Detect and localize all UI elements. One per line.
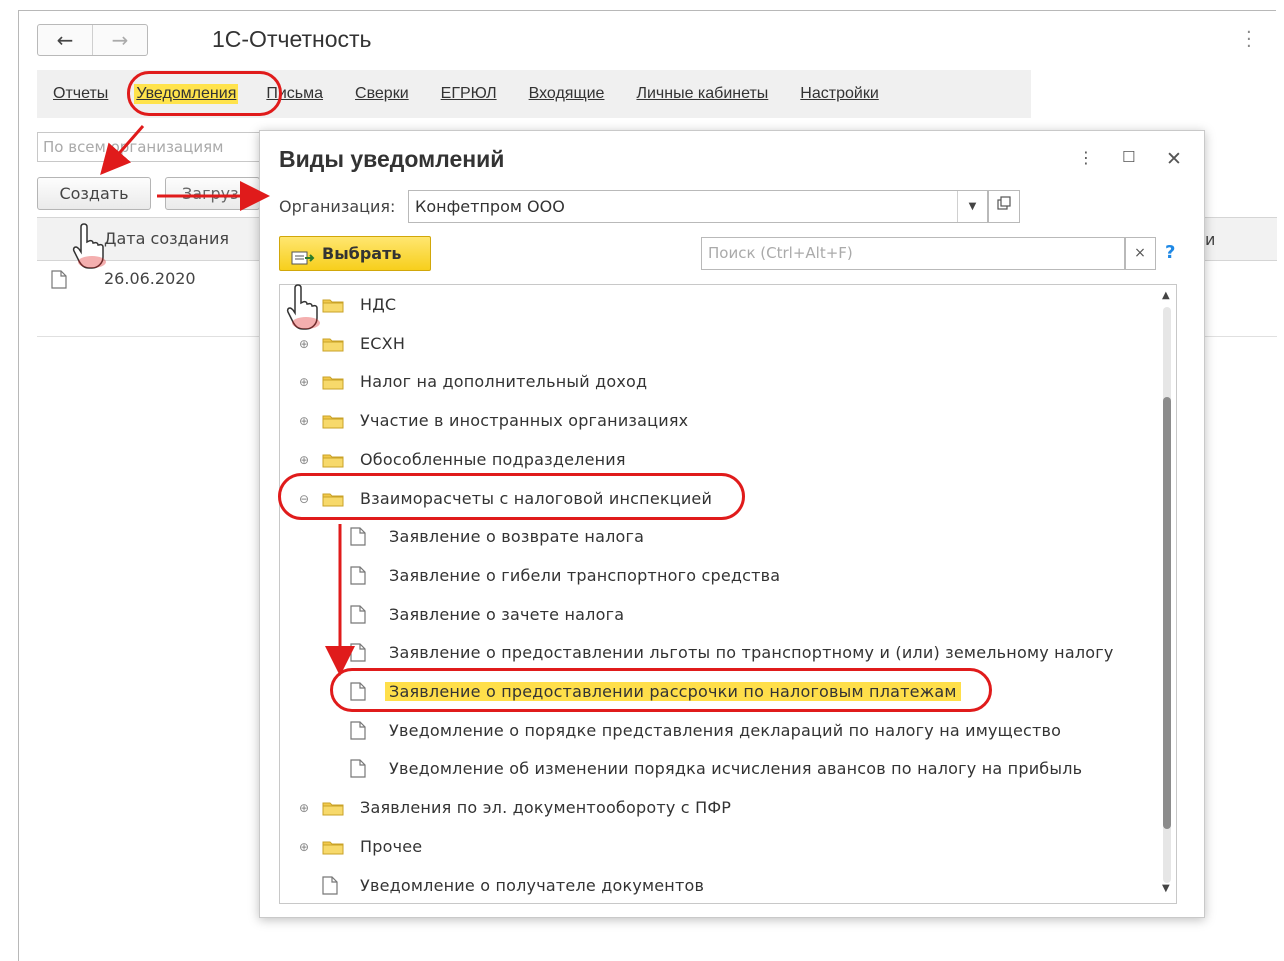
- tab-incoming[interactable]: Входящие: [529, 85, 605, 103]
- folder-icon: [322, 839, 344, 855]
- column-date-created[interactable]: Дата создания: [104, 229, 229, 248]
- more-menu-icon[interactable]: · · ·: [1246, 24, 1252, 56]
- organization-field[interactable]: Конфетпром ООО: [408, 190, 988, 223]
- document-icon: [322, 875, 338, 899]
- tree-folder-item[interactable]: ⊕ ЕСХН: [280, 325, 1160, 363]
- expand-icon[interactable]: ⊕: [297, 337, 311, 351]
- tree-item-label: Заявление о гибели транспортного средств…: [389, 565, 781, 585]
- search-clear-icon[interactable]: ×: [1124, 237, 1156, 270]
- tree-scrollbar[interactable]: ▲ ▼: [1158, 285, 1176, 903]
- expand-icon[interactable]: ⊕: [297, 453, 311, 467]
- folder-icon: [322, 297, 344, 313]
- dialog-more-icon[interactable]: ⋮: [1078, 148, 1094, 167]
- maximize-icon[interactable]: ☐: [1122, 148, 1135, 166]
- tree-item-label: Прочее: [360, 836, 423, 856]
- tree-document-item[interactable]: Заявление о гибели транспортного средств…: [280, 557, 1160, 595]
- tree-item-label: Участие в иностранных организациях: [360, 411, 689, 431]
- expand-icon[interactable]: ⊕: [297, 375, 311, 389]
- column-right-partial[interactable]: и: [1205, 230, 1215, 249]
- tab-reports[interactable]: Отчеты: [53, 85, 108, 103]
- expand-icon[interactable]: ⊕: [297, 801, 311, 815]
- dialog-title: Виды уведомлений: [279, 146, 505, 172]
- document-icon: [51, 270, 67, 293]
- tab-egrul[interactable]: ЕГРЮЛ: [441, 85, 497, 103]
- scroll-up-icon[interactable]: ▲: [1162, 290, 1170, 301]
- folder-icon: [322, 336, 344, 352]
- tab-reconciliations[interactable]: Сверки: [355, 85, 409, 103]
- folder-icon: [322, 452, 344, 468]
- arrow-right-icon: →: [111, 28, 129, 52]
- tree-folder-item[interactable]: ⊕ Заявления по эл. документообороту с ПФР: [280, 789, 1160, 827]
- row-date: 26.06.2020: [104, 269, 196, 288]
- pointer-hand-icon: [72, 222, 110, 274]
- open-link-icon[interactable]: [988, 190, 1020, 223]
- tree-folder-item[interactable]: ⊕ Участие в иностранных организациях: [280, 402, 1160, 440]
- document-icon: [350, 604, 366, 628]
- tree-item-label: Уведомление о получателе документов: [360, 875, 705, 895]
- notification-types-dialog: Виды уведомлений ⋮ ☐ ✕ Организация: Конф…: [259, 130, 1205, 918]
- select-icon: [291, 245, 315, 278]
- organization-value: Конфетпром ООО: [415, 197, 565, 216]
- folder-icon: [322, 374, 344, 390]
- search-input[interactable]: Поиск (Ctrl+Alt+F): [701, 237, 1126, 270]
- load-button[interactable]: Загрузить: [165, 177, 260, 210]
- group-highlight-ring: [278, 473, 745, 520]
- document-icon: [350, 721, 366, 744]
- help-icon[interactable]: ?: [1165, 242, 1175, 263]
- folder-icon: [322, 413, 344, 429]
- organization-label: Организация:: [279, 197, 396, 216]
- tree-document-item[interactable]: Заявление о возврате налога: [280, 518, 1160, 556]
- tree-document-item[interactable]: Заявление о предоставлении льготы по тра…: [280, 634, 1160, 672]
- tree-folder-item[interactable]: ⊕НДС: [280, 286, 1160, 324]
- tree-item-label: Уведомление об изменении порядка исчисле…: [389, 759, 1083, 779]
- tree-item-label: НДС: [360, 295, 397, 314]
- document-icon: [350, 643, 366, 666]
- navigation-buttons: ← →: [37, 24, 148, 56]
- close-icon[interactable]: ✕: [1166, 148, 1182, 170]
- tree-item-label: Заявление о зачете налога: [389, 604, 625, 624]
- document-icon: [350, 759, 366, 782]
- scroll-down-icon[interactable]: ▼: [1162, 883, 1170, 894]
- document-icon: [350, 566, 366, 589]
- notification-types-tree: ▲ ▼ ⊕НДС⊕ЕСХН⊕Налог на дополнительный до…: [279, 284, 1177, 904]
- tree-document-item[interactable]: Заявление о зачете налога: [280, 596, 1160, 634]
- organization-filter-input[interactable]: По всем организациям: [37, 132, 263, 162]
- tree-document-item[interactable]: Уведомление о порядке представления декл…: [280, 712, 1160, 750]
- tree-item-label: ЕСХН: [360, 333, 406, 353]
- tab-settings[interactable]: Настройки: [800, 85, 878, 103]
- select-button[interactable]: Выбрать: [279, 236, 431, 271]
- folder-icon: [322, 800, 344, 816]
- pointer-hand-icon: [286, 283, 324, 335]
- back-button[interactable]: ←: [38, 25, 92, 55]
- scroll-thumb[interactable]: [1163, 397, 1171, 829]
- tree-document-item[interactable]: Уведомление об изменении порядка исчисле…: [280, 750, 1160, 788]
- tree-item-label: Уведомление о порядке представления декл…: [389, 720, 1062, 740]
- tab-personal-accounts[interactable]: Личные кабинеты: [636, 85, 768, 103]
- tree-document-item[interactable]: Уведомление о получателе документов: [280, 867, 1160, 904]
- expand-icon[interactable]: ⊕: [297, 840, 311, 854]
- forward-button[interactable]: →: [92, 25, 147, 55]
- create-button[interactable]: Создать: [37, 177, 151, 210]
- notifications-highlight-ring: [127, 71, 282, 116]
- select-label: Выбрать: [322, 244, 402, 263]
- tree-folder-item[interactable]: ⊕ Прочее: [280, 828, 1160, 866]
- tree-item-label: Заявление о предоставлении льготы по тра…: [389, 643, 1114, 663]
- expand-icon[interactable]: ⊕: [297, 414, 311, 428]
- document-icon: [350, 527, 366, 550]
- tree-item-label: Заявления по эл. документообороту с ПФР: [360, 798, 732, 818]
- tree-item-label: Обособленные подразделения: [360, 449, 626, 469]
- tree-folder-item[interactable]: ⊕ Налог на дополнительный доход: [280, 363, 1160, 401]
- chevron-down-icon[interactable]: ▼: [957, 191, 987, 222]
- arrow-left-icon: ←: [56, 28, 74, 52]
- tree-item-label: Заявление о возврате налога: [389, 527, 645, 547]
- tree-item-label: Налог на дополнительный доход: [360, 372, 648, 392]
- app-title: 1С-Отчетность: [212, 26, 372, 52]
- item-highlight-ring: [330, 668, 992, 712]
